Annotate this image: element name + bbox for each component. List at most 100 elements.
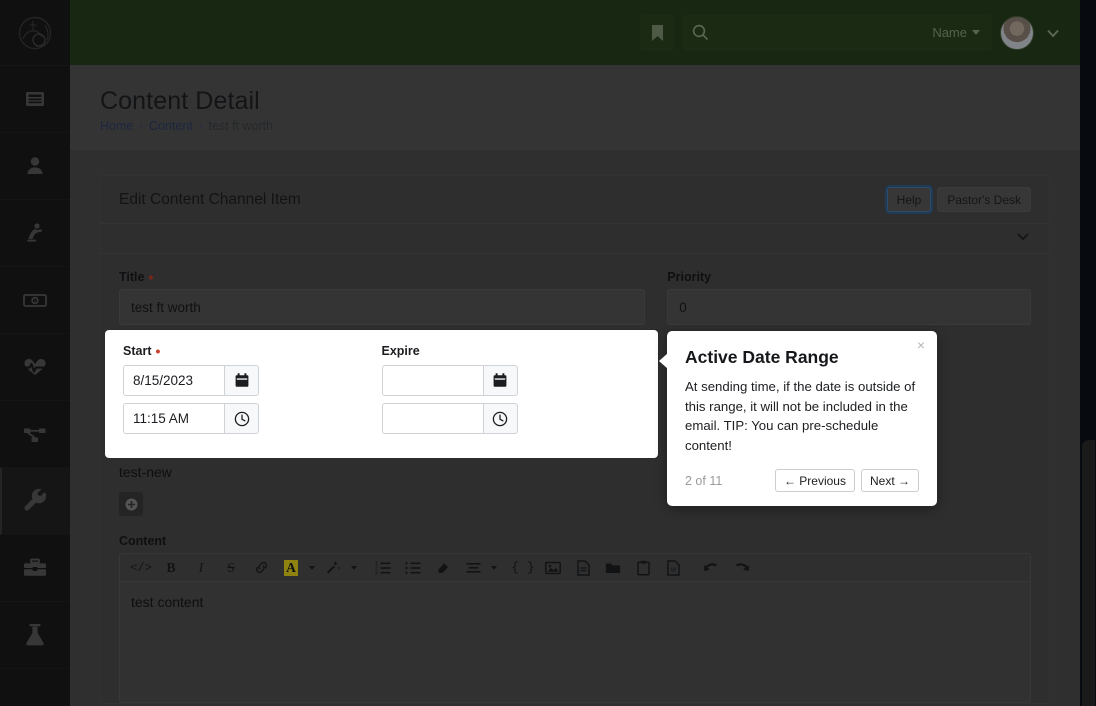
chevron-down-icon bbox=[1017, 233, 1029, 241]
expire-date-picker-button[interactable] bbox=[482, 365, 518, 396]
avatar[interactable] bbox=[1000, 15, 1034, 50]
expire-time-group bbox=[381, 403, 518, 434]
text-color-button[interactable]: A bbox=[276, 555, 306, 581]
panel-title: Edit Content Channel Item bbox=[119, 190, 301, 208]
start-label: Start • bbox=[123, 344, 382, 358]
breadcrumb-item-home[interactable]: Home bbox=[100, 119, 133, 133]
breadcrumb-item-content[interactable]: Content bbox=[149, 119, 193, 133]
folder-button[interactable] bbox=[598, 555, 628, 581]
title-input[interactable]: test ft worth bbox=[119, 289, 646, 325]
popover-next-button[interactable]: Next → bbox=[860, 469, 919, 492]
add-url-slug-button[interactable] bbox=[119, 492, 143, 516]
help-button[interactable]: Help bbox=[886, 187, 932, 212]
ordered-list-button[interactable]: 1 2 3 bbox=[368, 555, 398, 581]
redo-button[interactable] bbox=[726, 555, 756, 581]
editor-content-area[interactable]: test content bbox=[120, 582, 1030, 702]
required-indicator: • bbox=[155, 343, 161, 359]
page-header: Content Detail Home › Content › test ft … bbox=[70, 65, 1080, 150]
expire-time-input[interactable] bbox=[381, 403, 483, 434]
sidebar-item-reporting[interactable] bbox=[0, 334, 70, 401]
sidebar-item-workflow[interactable] bbox=[0, 401, 70, 468]
start-time-input[interactable]: 11:15 AM bbox=[123, 403, 225, 434]
toolbox-icon bbox=[24, 558, 46, 576]
paste-button[interactable] bbox=[628, 555, 658, 581]
page-right-edge bbox=[1080, 0, 1096, 706]
word-file-icon: W bbox=[666, 559, 680, 576]
document-button[interactable] bbox=[568, 555, 598, 581]
sidebar-item-cms[interactable] bbox=[0, 66, 70, 133]
panel-collapse-bar bbox=[101, 224, 1049, 254]
person-icon bbox=[27, 157, 43, 174]
unordered-list-button[interactable] bbox=[398, 555, 428, 581]
pastors-desk-button[interactable]: Pastor's Desk bbox=[937, 187, 1031, 212]
search-scope-dropdown[interactable]: Name bbox=[932, 25, 980, 40]
svg-text:1: 1 bbox=[34, 299, 37, 305]
popover-close-button[interactable]: × bbox=[917, 338, 925, 352]
newspaper-icon bbox=[26, 92, 44, 106]
sidebar-item-finance[interactable]: 1 bbox=[0, 267, 70, 334]
sidebar: 1 bbox=[0, 0, 70, 706]
align-dropdown[interactable] bbox=[488, 555, 500, 581]
page-title: Content Detail bbox=[100, 87, 260, 115]
app-logo[interactable] bbox=[0, 0, 70, 66]
title-label: Title • bbox=[119, 270, 645, 284]
page-scrollbar-thumb[interactable] bbox=[1082, 440, 1095, 706]
priority-input[interactable]: 0 bbox=[667, 289, 1031, 325]
editor-toolbar: </> B I S A 1 2 3 {} W bbox=[120, 554, 1030, 582]
undo-icon bbox=[703, 562, 717, 571]
sidebar-item-power-tools[interactable] bbox=[0, 535, 70, 602]
start-date-group: 8/15/2023 bbox=[123, 365, 259, 396]
caret-down-icon bbox=[351, 565, 357, 570]
calendar-icon bbox=[235, 373, 249, 387]
start-time-picker-button[interactable] bbox=[224, 403, 259, 434]
sidebar-item-admin-tools[interactable] bbox=[0, 468, 70, 535]
bookmark-button[interactable] bbox=[640, 14, 674, 51]
bold-button[interactable]: B bbox=[156, 555, 186, 581]
align-icon bbox=[466, 562, 480, 573]
code-braces-button[interactable]: { } bbox=[508, 555, 538, 581]
sidebar-item-people[interactable] bbox=[0, 133, 70, 200]
italic-button[interactable]: I bbox=[186, 555, 216, 581]
panel-actions: Help Pastor's Desk bbox=[886, 187, 1031, 212]
caret-down-icon bbox=[491, 565, 497, 570]
align-button[interactable] bbox=[458, 555, 488, 581]
popover-title: Active Date Range bbox=[685, 347, 839, 367]
breadcrumb: Home › Content › test ft worth bbox=[100, 119, 1050, 133]
search-scope-label: Name bbox=[932, 25, 967, 40]
start-date-picker-button[interactable] bbox=[224, 365, 259, 396]
content-editor: </> B I S A 1 2 3 {} W test content bbox=[119, 553, 1031, 703]
clipboard-icon bbox=[636, 560, 650, 576]
source-code-button[interactable]: </> bbox=[126, 555, 156, 581]
text-color-dropdown[interactable] bbox=[306, 555, 318, 581]
chevron-down-icon bbox=[1047, 29, 1059, 37]
link-button[interactable] bbox=[246, 555, 276, 581]
calendar-icon bbox=[493, 373, 507, 387]
undo-button[interactable] bbox=[696, 555, 726, 581]
magic-wand-dropdown[interactable] bbox=[348, 555, 360, 581]
clock-icon bbox=[234, 411, 249, 426]
strikethrough-button[interactable]: S bbox=[216, 555, 246, 581]
expire-date-input[interactable] bbox=[381, 365, 483, 396]
popover-previous-button[interactable]: ← Previous bbox=[774, 469, 855, 492]
link-icon bbox=[255, 561, 267, 574]
sidebar-item-lab[interactable] bbox=[0, 602, 70, 669]
plus-circle-icon bbox=[125, 498, 137, 510]
eraser-button[interactable] bbox=[428, 555, 458, 581]
eraser-icon bbox=[438, 563, 448, 573]
breadcrumb-separator: › bbox=[198, 120, 203, 132]
sidebar-item-connect[interactable] bbox=[0, 200, 70, 267]
panel-collapse-toggle[interactable] bbox=[1015, 228, 1031, 249]
breadcrumb-item-current: test ft worth bbox=[208, 119, 274, 133]
popover-footer: 2 of 11 ← Previous Next → bbox=[685, 469, 919, 492]
global-search[interactable]: Name bbox=[682, 14, 992, 51]
magic-wand-button[interactable] bbox=[318, 555, 348, 581]
popover-arrow bbox=[659, 353, 668, 369]
image-button[interactable] bbox=[538, 555, 568, 581]
svg-text:W: W bbox=[670, 568, 676, 574]
panel-header: Edit Content Channel Item Help Pastor's … bbox=[101, 176, 1049, 224]
praying-person-icon bbox=[27, 223, 42, 242]
start-date-input[interactable]: 8/15/2023 bbox=[123, 365, 225, 396]
word-paste-button[interactable]: W bbox=[658, 555, 688, 581]
user-menu-button[interactable] bbox=[1042, 22, 1064, 44]
expire-time-picker-button[interactable] bbox=[482, 403, 518, 434]
